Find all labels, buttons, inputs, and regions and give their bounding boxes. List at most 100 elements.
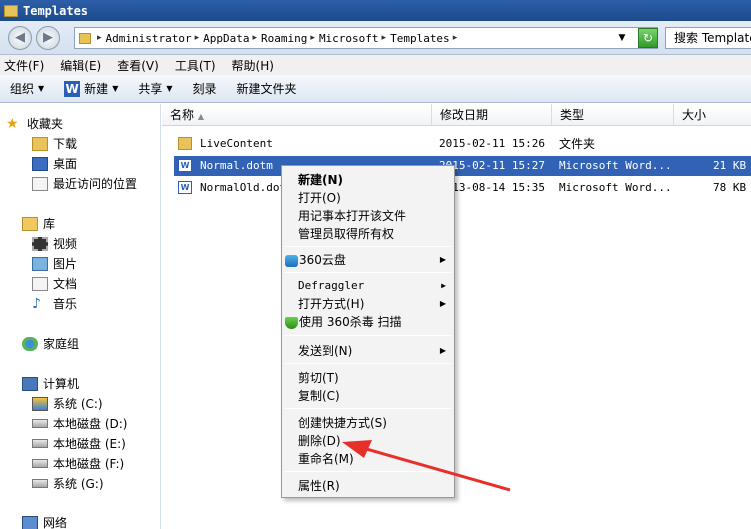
menu-separator [285,272,451,273]
nav-drive-d[interactable]: 本地磁盘 (D:) [32,414,127,433]
submenu-arrow-icon: ▶ [439,346,446,355]
nav-recent[interactable]: 最近访问的位置 [32,174,137,193]
menu-item-delete[interactable]: 删除(D) [282,432,454,450]
nav-favorites[interactable]: ★ 收藏夹 [6,114,63,133]
downloads-folder-icon [32,136,48,151]
nav-documents[interactable]: 文档 [32,274,77,293]
cloud-icon [285,254,298,267]
nav-computer[interactable]: 计算机 [22,374,79,393]
table-row[interactable]: W Normal.dotm 2015-02-11 15:27 Microsoft… [174,156,751,176]
address-row: ◀ ▶ ▸ Administrator ▸ AppData ▸ Roaming ▸ M… [0,21,751,55]
column-type[interactable]: 类型 [552,104,674,126]
desktop-icon [32,156,48,171]
menu-item-send-to[interactable]: 发送到(N) ▶ [282,342,454,360]
drive-icon [32,439,48,448]
submenu-arrow-icon: ▶ [439,299,446,308]
drive-icon [32,479,48,488]
nav-videos[interactable]: 视频 [32,234,77,253]
menu-item-copy[interactable]: 复制(C) [282,387,454,405]
address-bar[interactable]: ▸ Administrator ▸ AppData ▸ Roaming ▸ Micro… [74,27,658,49]
nav-network[interactable]: 网络 [22,513,67,529]
context-menu: 新建(N) 打开(O) 用记事本打开该文件 管理员取得所有权 360云盘 ▶ De… [281,165,455,498]
sort-arrow-icon: ▲ [197,112,204,121]
menu-item-take-ownership[interactable]: 管理员取得所有权 [282,225,454,243]
submenu-arrow-icon: ▶ [441,281,446,290]
breadcrumb-templates[interactable]: Templates [390,32,450,45]
chevron-down-icon: ▼ [112,84,119,93]
column-size[interactable]: 大小 [674,104,751,126]
nav-music[interactable]: ♪ 音乐 [32,294,77,313]
column-header-row: 名称 ▲ 修改日期 类型 大小 [162,104,751,126]
nav-downloads[interactable]: 下载 [32,134,77,153]
menu-separator [285,408,451,409]
submenu-arrow-icon: ▶ [439,255,446,264]
menu-item-properties[interactable]: 属性(R) [282,477,454,495]
menu-item-open[interactable]: 打开(O) [282,189,454,207]
menu-file[interactable]: 文件(F) [4,57,44,74]
chevron-right-icon[interactable]: ▸ [382,33,387,43]
nav-drive-c[interactable]: 系统 (C:) [32,394,103,413]
breadcrumb-roaming[interactable]: Roaming [261,32,307,45]
music-icon: ♪ [32,295,41,312]
menu-tools[interactable]: 工具(T) [175,57,216,74]
nav-drive-g[interactable]: 系统 (G:) [32,474,104,493]
star-icon: ★ [6,115,19,132]
menu-item-new[interactable]: 新建(N) [282,171,454,189]
folder-icon [178,137,192,150]
navigation-pane: ★ 收藏夹 下载 桌面 最近访问的位置 库 视频 图片 文档 ♪ 音乐 家庭组 计算… [0,104,161,529]
network-icon [22,515,38,529]
menu-item-create-shortcut[interactable]: 创建快捷方式(S) [282,414,454,432]
back-button[interactable]: ◀ [8,26,32,50]
homegroup-icon [22,336,38,351]
chevron-right-icon[interactable]: ▸ [97,33,102,43]
menu-item-cut[interactable]: 剪切(T) [282,369,454,387]
menu-item-defraggler[interactable]: Defraggler ▶ [282,277,454,295]
forward-button[interactable]: ▶ [36,26,60,50]
drive-icon [32,459,48,468]
refresh-icon[interactable]: ↻ [638,28,658,48]
menu-help[interactable]: 帮助(H) [232,57,274,74]
burn-button[interactable]: 刻录 [193,80,217,97]
menu-edit[interactable]: 编辑(E) [60,57,101,74]
chevron-right-icon[interactable]: ▸ [453,33,458,43]
menu-separator [285,471,451,472]
menu-separator [285,363,451,364]
menu-item-360-cloud[interactable]: 360云盘 ▶ [282,251,454,269]
file-list: 名称 ▲ 修改日期 类型 大小 LiveContent 2015-02-11 1… [162,104,751,529]
nav-libraries[interactable]: 库 [22,214,55,233]
breadcrumb-administrator[interactable]: Administrator [106,32,192,45]
menu-item-360-scan[interactable]: 使用 360杀毒 扫描 [282,313,454,331]
chevron-down-icon[interactable]: ▼ [612,27,632,49]
menu-item-rename[interactable]: 重命名(M) [282,450,454,468]
breadcrumb-appdata[interactable]: AppData [203,32,249,45]
nav-drive-f[interactable]: 本地磁盘 (F:) [32,454,124,473]
new-folder-button[interactable]: 新建文件夹 [237,80,297,97]
menu-item-open-notepad[interactable]: 用记事本打开该文件 [282,207,454,225]
breadcrumb-microsoft[interactable]: Microsoft [319,32,379,45]
nav-drive-e[interactable]: 本地磁盘 (E:) [32,434,126,453]
menu-view[interactable]: 查看(V) [117,57,159,74]
chevron-right-icon[interactable]: ▸ [195,33,200,43]
new-button[interactable]: W 新建 ▼ [64,80,118,97]
chevron-right-icon[interactable]: ▸ [310,33,315,43]
picture-icon [32,256,48,271]
nav-pictures[interactable]: 图片 [32,254,77,273]
menu-item-open-with[interactable]: 打开方式(H) ▶ [282,295,454,313]
chevron-right-icon[interactable]: ▸ [253,33,258,43]
search-input[interactable]: 搜索 Templates [665,27,751,49]
column-modified[interactable]: 修改日期 [432,104,552,126]
table-row[interactable]: W NormalOld.dotm 2013-08-14 15:35 Micros… [174,178,751,198]
organize-button[interactable]: 组织 ▼ [10,80,44,97]
table-row[interactable]: LiveContent 2015-02-11 15:26 文件夹 [174,134,751,154]
chevron-down-icon: ▼ [38,84,45,93]
nav-homegroup[interactable]: 家庭组 [22,334,79,353]
word-document-icon: W [178,181,192,194]
menu-separator [285,246,451,247]
nav-desktop[interactable]: 桌面 [32,154,77,173]
video-icon [32,236,48,251]
share-button[interactable]: 共享 ▼ [138,80,172,97]
folder-icon [4,4,18,17]
shield-icon [285,316,298,329]
column-name[interactable]: 名称 ▲ [162,104,432,126]
word-icon: W [64,80,81,97]
